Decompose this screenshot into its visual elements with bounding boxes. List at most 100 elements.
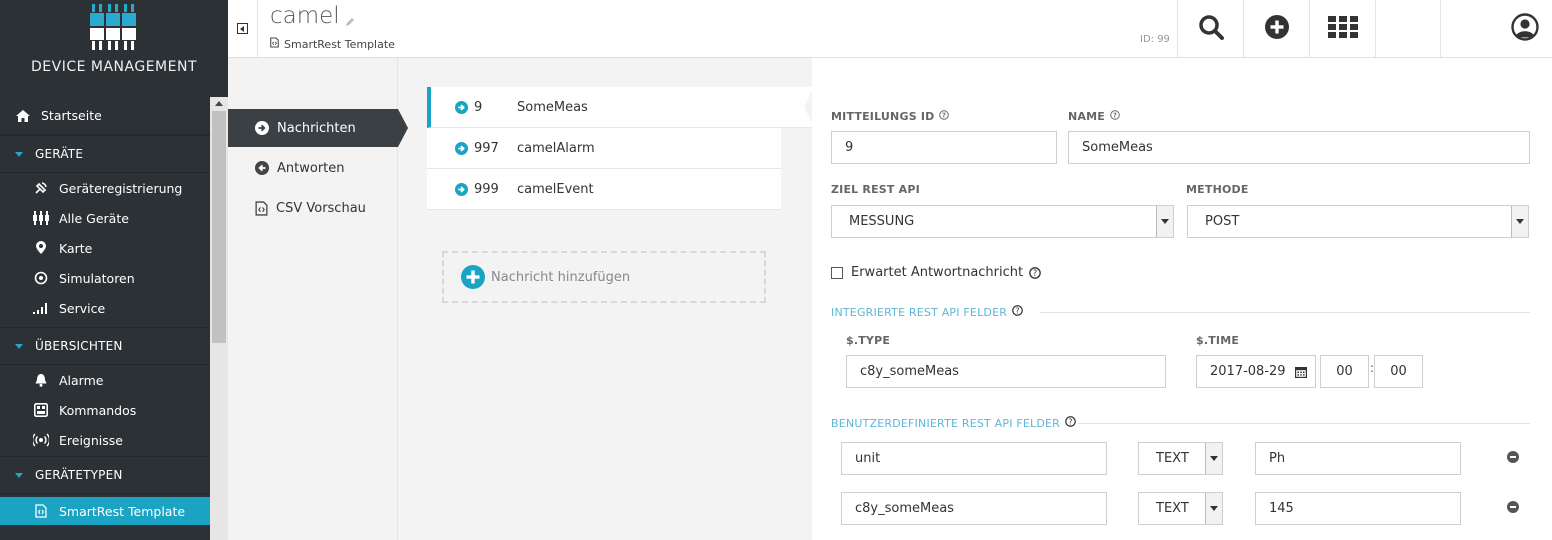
sidebar-item-label: Kommandos	[59, 402, 137, 418]
sidebar-group-uebersichten[interactable]: ÜBERSICHTEN	[0, 327, 210, 365]
grid-icon	[1327, 15, 1358, 42]
name-field[interactable]: SomeMeas	[1068, 131, 1530, 164]
date-value: 2017-08-29	[1210, 364, 1286, 379]
user-menu-button[interactable]	[1500, 0, 1550, 57]
help-icon[interactable]: ?	[1065, 416, 1076, 430]
method-select[interactable]: POST	[1187, 205, 1529, 238]
remove-field-icon[interactable]	[1507, 451, 1519, 463]
template-tabs: Nachrichten Antworten CSV Vorschau	[228, 58, 408, 540]
message-item[interactable]: 9 SomeMeas	[427, 87, 814, 128]
page-subtitle: SmartRest Template	[270, 37, 395, 51]
target-api-select[interactable]: MESSUNG	[831, 205, 1174, 238]
tab-label: Antworten	[277, 160, 345, 176]
message-form: MITTEILUNGS ID ? 9 NAME ? SomeMeas ZIEL …	[812, 58, 1552, 540]
message-id-label: MITTEILUNGS ID ?	[831, 110, 950, 123]
search-button[interactable]	[1177, 0, 1243, 57]
sidebar-item-alle-geraete[interactable]: Alle Geräte	[0, 203, 210, 233]
sidebar-item-ereignisse[interactable]: Ereignisse	[0, 425, 210, 455]
arrow-circle-right-icon	[455, 100, 468, 114]
add-message-button[interactable]: Nachricht hinzufügen	[442, 251, 766, 303]
sidebar-item-label: Alle Geräte	[59, 210, 129, 226]
message-id: 9	[474, 99, 483, 115]
type-label: $.TYPE	[846, 334, 891, 347]
svg-text:?: ?	[1113, 112, 1117, 120]
add-button[interactable]	[1243, 0, 1309, 57]
sidebar-group-geraete[interactable]: GERÄTE	[0, 135, 210, 173]
sidebar-scrollbar-thumb[interactable]	[212, 111, 226, 343]
custom-fields-title: BENUTZERDEFINIERTE REST API FELDER	[831, 416, 1061, 430]
sidebar-group-label: ÜBERSICHTEN	[35, 339, 123, 353]
sidebar-item-label: Geräteregistrierung	[59, 180, 183, 196]
tab-antworten[interactable]: Antworten	[228, 149, 398, 187]
pencil-icon[interactable]	[345, 16, 355, 31]
sidebar-group-geraetetypen[interactable]: GERÄTETYPEN	[0, 456, 210, 494]
help-icon[interactable]: ?	[1110, 110, 1120, 123]
help-icon[interactable]: ?	[1012, 305, 1023, 319]
minute-field[interactable]: 00	[1374, 355, 1423, 388]
custom-field-path[interactable]: unit	[841, 442, 1107, 475]
app-title: DEVICE MANAGEMENT	[30, 59, 197, 75]
expects-response-label: Erwartet Antwortnachricht	[851, 265, 1024, 280]
message-item[interactable]: 997 camelAlarm	[427, 128, 781, 169]
name-label-text: NAME	[1068, 110, 1105, 123]
help-icon[interactable]: ?	[1029, 266, 1041, 279]
expects-response-checkbox[interactable]: Erwartet Antwortnachricht ?	[831, 265, 1041, 280]
custom-field-type-select[interactable]: TEXT	[1138, 492, 1223, 525]
app-switcher-button[interactable]	[1309, 0, 1375, 57]
target-api-value: MESSUNG	[849, 214, 915, 229]
chevron-down-icon[interactable]	[1205, 443, 1222, 474]
brand: DEVICE MANAGEMENT	[0, 0, 228, 96]
custom-field-value[interactable]: Ph	[1255, 442, 1461, 475]
chevron-down-icon[interactable]	[1156, 206, 1173, 237]
broadcast-icon	[32, 433, 50, 447]
hour-field[interactable]: 00	[1320, 355, 1369, 388]
sidebar-item-kommandos[interactable]: Kommandos	[0, 395, 210, 425]
sidebar-item-karte[interactable]: Karte	[0, 233, 210, 263]
sidebar-item-label: Ereignisse	[59, 432, 123, 448]
type-field[interactable]: c8y_someMeas	[846, 355, 1166, 388]
remove-field-icon[interactable]	[1507, 501, 1519, 513]
sidebar-item-startseite[interactable]: Startseite	[0, 97, 210, 135]
tab-csv-vorschau[interactable]: CSV Vorschau	[228, 189, 398, 227]
sidebar-item-service[interactable]: Service	[0, 293, 210, 323]
caret-down-icon	[15, 151, 23, 157]
header-spacer	[1375, 0, 1441, 57]
checkbox[interactable]	[831, 266, 843, 279]
builtin-fields-section: INTEGRIERTE REST API FELDER ?	[831, 305, 1023, 319]
chevron-down-icon[interactable]	[1205, 493, 1222, 524]
message-id-field[interactable]: 9	[831, 131, 1057, 164]
sidebar-item-alarme[interactable]: Alarme	[0, 365, 210, 395]
caret-down-icon	[15, 472, 23, 478]
template-file-icon	[32, 504, 50, 518]
custom-field-type-select[interactable]: TEXT	[1138, 442, 1223, 475]
calendar-icon[interactable]	[1295, 366, 1308, 382]
help-icon[interactable]: ?	[939, 110, 950, 123]
collapse-sidebar-button[interactable]	[228, 0, 258, 57]
tab-nachrichten[interactable]: Nachrichten	[228, 109, 408, 147]
chevron-down-icon[interactable]	[1511, 206, 1528, 237]
sidebar-item-geraeteregistrierung[interactable]: Geräteregistrierung	[0, 173, 210, 203]
message-item[interactable]: 999 camelEvent	[427, 169, 781, 210]
sidebar-scrollbar[interactable]	[210, 97, 228, 540]
svg-text:?: ?	[942, 112, 946, 120]
bell-icon	[32, 373, 50, 387]
sidebar-item-label: Karte	[59, 240, 93, 256]
scroll-up-arrow-icon[interactable]	[215, 101, 223, 106]
section-divider	[1078, 423, 1530, 424]
home-icon	[14, 109, 32, 123]
device-management-logo	[0, 0, 228, 56]
date-field[interactable]: 2017-08-29	[1196, 355, 1316, 388]
method-label: METHODE	[1186, 183, 1249, 196]
message-id: 999	[474, 181, 499, 197]
sidebar-item-label: SmartRest Template	[59, 503, 186, 519]
sidebar-item-label: Service	[59, 300, 106, 316]
sidebar-item-smartrest-template[interactable]: SmartRest Template	[0, 497, 228, 525]
name-label: NAME ?	[1068, 110, 1120, 123]
arrow-circle-left-icon	[255, 161, 269, 175]
custom-field-value[interactable]: 145	[1255, 492, 1461, 525]
code-file-icon	[255, 200, 268, 216]
target-api-label: ZIEL REST API	[831, 183, 920, 196]
object-id: ID: 99	[1140, 34, 1170, 45]
sidebar-item-simulatoren[interactable]: Simulatoren	[0, 263, 210, 293]
custom-field-path[interactable]: c8y_someMeas	[841, 492, 1107, 525]
